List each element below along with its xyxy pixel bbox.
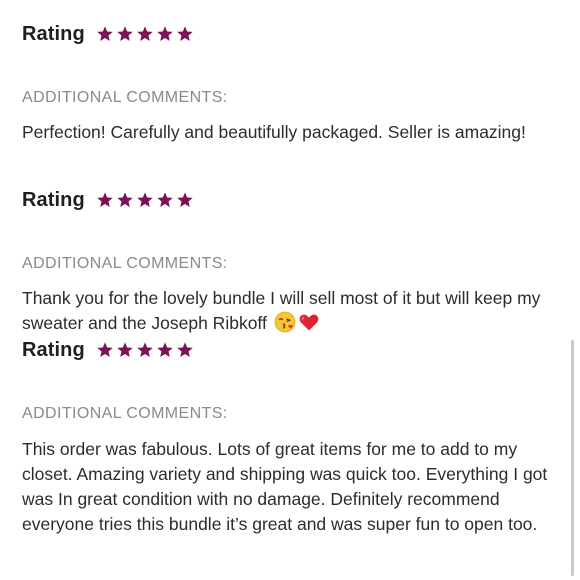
star-icon xyxy=(96,191,114,209)
star-icon xyxy=(176,341,194,359)
comment-text: Perfection! Carefully and beautifully pa… xyxy=(22,122,526,142)
star-icon xyxy=(176,191,194,209)
star-icon xyxy=(116,191,134,209)
comments-heading: ADDITIONAL COMMENTS: xyxy=(22,89,228,106)
star-icon xyxy=(96,341,114,359)
star-icon xyxy=(96,25,114,43)
comments-heading: ADDITIONAL COMMENTS: xyxy=(22,405,228,422)
star-rating xyxy=(96,341,194,359)
star-icon xyxy=(156,191,174,209)
review-3: Rating xyxy=(22,336,558,364)
rating-row: Rating xyxy=(22,336,558,364)
star-rating xyxy=(96,25,194,43)
rating-label: Rating xyxy=(22,338,85,361)
star-icon xyxy=(116,341,134,359)
star-icon xyxy=(136,341,154,359)
scrollbar-thumb[interactable] xyxy=(571,340,574,576)
star-rating xyxy=(96,191,194,209)
star-icon xyxy=(156,25,174,43)
star-icon xyxy=(156,341,174,359)
rating-label: Rating xyxy=(22,188,85,211)
comment-text: This order was fabulous. Lots of great i… xyxy=(22,439,548,534)
star-icon xyxy=(116,25,134,43)
star-icon xyxy=(136,191,154,209)
review-1: Rating xyxy=(22,20,558,48)
rating-label: Rating xyxy=(22,22,85,45)
kissing-face-emoji-icon xyxy=(274,311,296,333)
review-2: Rating xyxy=(22,186,558,214)
star-icon xyxy=(136,25,154,43)
red-heart-emoji-icon xyxy=(298,311,320,333)
rating-row: Rating xyxy=(22,20,558,48)
rating-row: Rating xyxy=(22,186,558,214)
star-icon xyxy=(176,25,194,43)
comments-heading: ADDITIONAL COMMENTS: xyxy=(22,255,228,272)
comment-text: Thank you for the lovely bundle I will s… xyxy=(22,286,558,336)
